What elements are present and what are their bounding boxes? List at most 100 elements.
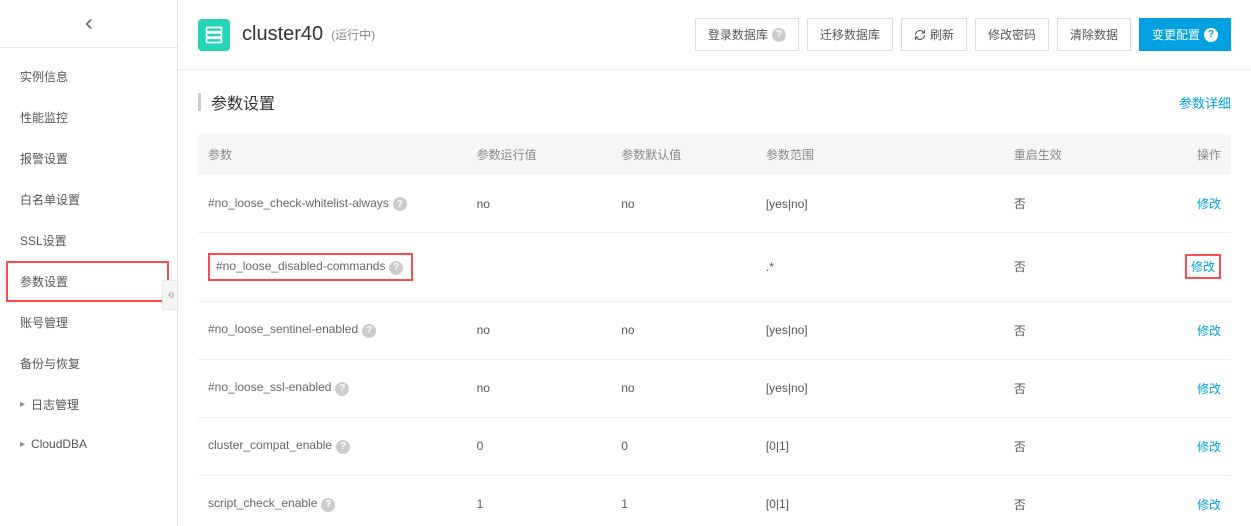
params-detail-link[interactable]: 参数详细 bbox=[1179, 93, 1231, 112]
sidebar-item-label: 报警设置 bbox=[20, 150, 68, 167]
param-cell: cluster_compat_enable? bbox=[198, 417, 467, 475]
params-table: 参数 参数运行值 参数默认值 参数范围 重启生效 操作 #no_loose_ch… bbox=[198, 134, 1231, 526]
th-action: 操作 bbox=[1148, 134, 1231, 175]
refresh-button[interactable]: 刷新 bbox=[901, 18, 967, 51]
sidebar-item-label: SSL设置 bbox=[20, 232, 67, 249]
restart-cell: 否 bbox=[1004, 175, 1149, 233]
range-cell: [0|1] bbox=[756, 475, 1004, 526]
sidebar-item-backup[interactable]: 备份与恢复 bbox=[0, 343, 177, 384]
sidebar-item-performance[interactable]: 性能监控 bbox=[0, 97, 177, 138]
th-restart: 重启生效 bbox=[1004, 134, 1149, 175]
sidebar-item-whitelist[interactable]: 白名单设置 bbox=[0, 179, 177, 220]
range-cell: [0|1] bbox=[756, 417, 1004, 475]
migrate-db-button[interactable]: 迁移数据库 bbox=[807, 18, 893, 51]
back-button[interactable] bbox=[0, 0, 177, 48]
param-name: #no_loose_sentinel-enabled bbox=[208, 322, 358, 336]
section-bar bbox=[198, 93, 201, 111]
range-cell: [yes|no] bbox=[756, 301, 1004, 359]
default-cell: no bbox=[611, 301, 756, 359]
modify-link[interactable]: 修改 bbox=[1197, 440, 1221, 454]
help-icon[interactable]: ? bbox=[393, 197, 407, 211]
sidebar-nav: 实例信息 性能监控 报警设置 白名单设置 SSL设置 参数设置 账号管理 备份与… bbox=[0, 48, 177, 463]
sidebar-item-params[interactable]: 参数设置 bbox=[6, 261, 169, 302]
range-cell: .* bbox=[756, 233, 1004, 302]
sidebar-item-ssl[interactable]: SSL设置 bbox=[0, 220, 177, 261]
help-icon[interactable]: ? bbox=[335, 382, 349, 396]
button-label: 迁移数据库 bbox=[820, 26, 880, 43]
help-icon[interactable]: ? bbox=[336, 440, 350, 454]
sidebar-item-label: 账号管理 bbox=[20, 314, 68, 331]
login-db-button[interactable]: 登录数据库? bbox=[695, 18, 799, 51]
restart-cell: 否 bbox=[1004, 475, 1149, 526]
param-cell: #no_loose_sentinel-enabled? bbox=[198, 301, 467, 359]
param-name: #no_loose_disabled-commands bbox=[216, 259, 385, 273]
help-icon[interactable]: ? bbox=[362, 324, 376, 338]
th-default-value: 参数默认值 bbox=[611, 134, 756, 175]
change-config-button[interactable]: 变更配置 ? bbox=[1139, 18, 1231, 51]
run-cell: no bbox=[467, 301, 612, 359]
sidebar-item-account[interactable]: 账号管理 bbox=[0, 302, 177, 343]
sidebar-item-label: 实例信息 bbox=[20, 68, 68, 85]
sidebar-item-instance-info[interactable]: 实例信息 bbox=[0, 56, 177, 97]
table-row: #no_loose_disabled-commands?.*否修改 bbox=[198, 233, 1231, 302]
modify-link[interactable]: 修改 bbox=[1197, 382, 1221, 396]
param-cell: script_check_enable? bbox=[198, 475, 467, 526]
button-label: 变更配置 bbox=[1152, 26, 1200, 43]
run-cell: 1 bbox=[467, 475, 612, 526]
content-area: 参数设置 参数详细 参数 参数运行值 参数默认值 参数范围 重启生效 操作 #n… bbox=[178, 70, 1251, 526]
modify-link[interactable]: 修改 bbox=[1197, 324, 1221, 338]
sidebar-item-label: 参数设置 bbox=[20, 273, 68, 290]
header-actions: 登录数据库? 迁移数据库 刷新 修改密码 清除数据 变更配置 ? bbox=[695, 18, 1231, 51]
th-param: 参数 bbox=[198, 134, 467, 175]
button-label: 修改密码 bbox=[988, 26, 1036, 43]
table-row: cluster_compat_enable?00[0|1]否修改 bbox=[198, 417, 1231, 475]
button-label: 登录数据库 bbox=[708, 26, 768, 43]
run-cell: no bbox=[467, 175, 612, 233]
main-content: cluster40 (运行中) 登录数据库? 迁移数据库 刷新 修改密码 清除数… bbox=[178, 0, 1251, 526]
action-cell: 修改 bbox=[1148, 417, 1231, 475]
clear-data-button[interactable]: 清除数据 bbox=[1057, 18, 1131, 51]
run-cell: 0 bbox=[467, 417, 612, 475]
cluster-status: (运行中) bbox=[331, 26, 375, 43]
sidebar-item-label: 白名单设置 bbox=[20, 191, 80, 208]
param-cell: #no_loose_check-whitelist-always? bbox=[198, 175, 467, 233]
help-icon[interactable]: ? bbox=[321, 498, 335, 512]
sidebar-collapse-button[interactable] bbox=[162, 280, 178, 310]
restart-cell: 否 bbox=[1004, 417, 1149, 475]
default-cell: 0 bbox=[611, 417, 756, 475]
default-cell: 1 bbox=[611, 475, 756, 526]
table-row: #no_loose_ssl-enabled?nono[yes|no]否修改 bbox=[198, 359, 1231, 417]
param-name: script_check_enable bbox=[208, 496, 317, 510]
range-cell: [yes|no] bbox=[756, 175, 1004, 233]
cluster-icon bbox=[198, 19, 230, 51]
th-range: 参数范围 bbox=[756, 134, 1004, 175]
param-name: #no_loose_ssl-enabled bbox=[208, 380, 331, 394]
button-label: 清除数据 bbox=[1070, 26, 1118, 43]
change-password-button[interactable]: 修改密码 bbox=[975, 18, 1049, 51]
modify-link[interactable]: 修改 bbox=[1191, 260, 1215, 274]
sidebar-item-logs[interactable]: 日志管理 bbox=[0, 384, 177, 425]
default-cell: no bbox=[611, 359, 756, 417]
param-cell: #no_loose_ssl-enabled? bbox=[198, 359, 467, 417]
table-row: #no_loose_sentinel-enabled?nono[yes|no]否… bbox=[198, 301, 1231, 359]
sidebar-item-label: 性能监控 bbox=[20, 109, 68, 126]
help-icon: ? bbox=[772, 28, 786, 42]
restart-cell: 否 bbox=[1004, 359, 1149, 417]
action-cell: 修改 bbox=[1148, 175, 1231, 233]
run-cell: no bbox=[467, 359, 612, 417]
section-title: 参数设置 bbox=[211, 90, 275, 114]
help-icon[interactable]: ? bbox=[389, 261, 403, 275]
action-cell: 修改 bbox=[1148, 475, 1231, 526]
collapse-icon bbox=[165, 290, 175, 300]
action-cell: 修改 bbox=[1148, 301, 1231, 359]
modify-link[interactable]: 修改 bbox=[1197, 498, 1221, 512]
sidebar-item-alarm[interactable]: 报警设置 bbox=[0, 138, 177, 179]
sidebar-item-label: 备份与恢复 bbox=[20, 355, 80, 372]
modify-link[interactable]: 修改 bbox=[1197, 197, 1221, 211]
page-header: cluster40 (运行中) 登录数据库? 迁移数据库 刷新 修改密码 清除数… bbox=[178, 0, 1251, 70]
sidebar: 实例信息 性能监控 报警设置 白名单设置 SSL设置 参数设置 账号管理 备份与… bbox=[0, 0, 178, 526]
run-cell bbox=[467, 233, 612, 302]
param-name: cluster_compat_enable bbox=[208, 438, 332, 452]
table-row: script_check_enable?11[0|1]否修改 bbox=[198, 475, 1231, 526]
sidebar-item-clouddba[interactable]: CloudDBA bbox=[0, 425, 177, 463]
